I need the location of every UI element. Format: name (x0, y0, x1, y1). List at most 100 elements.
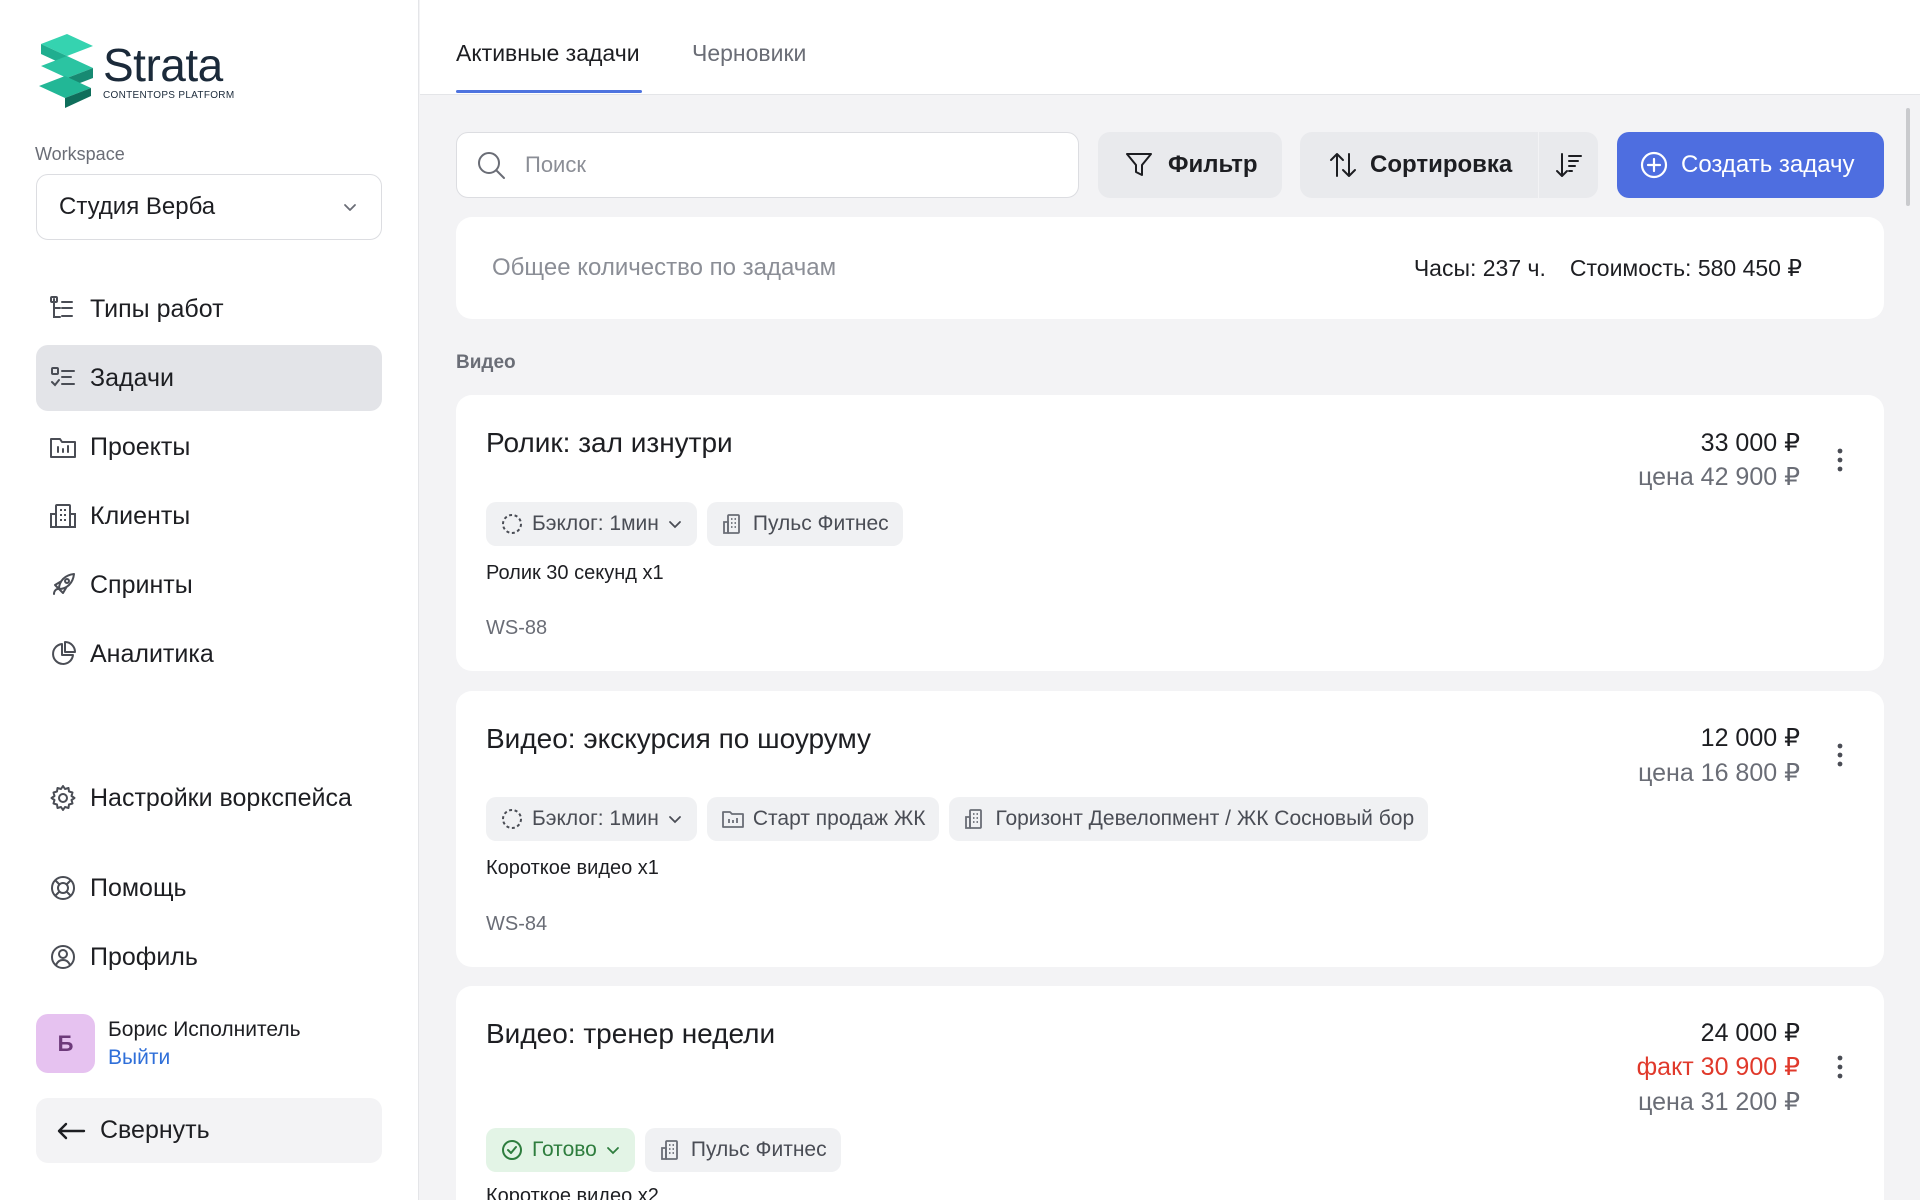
building-icon (50, 504, 76, 528)
client-label: Горизонт Девелопмент / ЖК Сосновый бор (995, 807, 1415, 830)
sidebar-item-label: Типы работ (90, 294, 224, 323)
task-title[interactable]: Видео: тренер недели (486, 1018, 775, 1050)
task-price: цена 31 200 ₽ (1638, 1088, 1800, 1116)
main-nav: Типы работ Задачи Проекты Клиенты Спринт… (36, 276, 382, 687)
search-icon (478, 152, 505, 179)
workspace-selected: Студия Верба (59, 193, 216, 220)
rocket-icon (53, 573, 75, 595)
plus-circle-icon (1640, 151, 1668, 179)
brand-logo[interactable]: Strata CONTENTOPS PLATFORM (35, 34, 234, 108)
task-title[interactable]: Видео: экскурсия по шоуруму (486, 723, 871, 755)
hierarchy-icon (50, 296, 73, 318)
sidebar: Strata CONTENTOPS PLATFORM Workspace Сту… (0, 0, 419, 1200)
client-chip[interactable]: Горизонт Девелопмент / ЖК Сосновый бор (949, 797, 1429, 841)
task-list-icon (51, 367, 75, 387)
arrow-left-icon (57, 1122, 86, 1139)
chevron-down-icon (606, 1147, 619, 1155)
pie-chart-icon (52, 641, 76, 665)
create-task-button[interactable]: Создать задачу (1617, 132, 1884, 198)
folder-icon (721, 811, 744, 828)
filter-button[interactable]: Фильтр (1098, 132, 1282, 198)
tab-indicator (456, 90, 642, 93)
brand-tagline: CONTENTOPS PLATFORM (103, 89, 235, 101)
strata-logo-icon (39, 34, 93, 108)
user-block: Б Борис Исполнитель Выйти (36, 1014, 301, 1073)
status-chip[interactable]: Готово (486, 1128, 635, 1172)
task-card[interactable]: Видео: тренер недели 24 000 ₽ факт 30 90… (456, 986, 1884, 1200)
tasks-summary: Общее количество по задачам Часы: 237 ч.… (456, 217, 1884, 319)
status-chip[interactable]: Бэклог: 1мин (486, 502, 697, 546)
task-description: Ролик 30 секунд x1 (486, 562, 664, 584)
status-label: Бэклог: 1мин (532, 512, 659, 535)
sidebar-item-help[interactable]: Помощь (36, 855, 382, 921)
sidebar-item-projects[interactable]: Проекты (36, 414, 382, 480)
project-label: Старт продаж ЖК (752, 807, 926, 830)
sidebar-item-tasks[interactable]: Задачи (36, 345, 382, 411)
sort-arrows-icon (1330, 153, 1356, 177)
workspace-label: Workspace (35, 144, 125, 164)
sidebar-item-work-types[interactable]: Типы работ (36, 276, 382, 342)
sidebar-item-label: Аналитика (90, 639, 214, 668)
more-options-icon[interactable] (1836, 742, 1844, 768)
project-chip[interactable]: Старт продаж ЖК (706, 797, 940, 841)
status-backlog-icon (502, 809, 522, 829)
sort-direction-button[interactable] (1538, 132, 1598, 198)
gear-icon (50, 785, 76, 811)
summary-hours: Часы: 237 ч. (1413, 254, 1546, 281)
bottom-nav: Помощь Профиль (36, 855, 382, 990)
task-fact-amount: факт 30 900 ₽ (1636, 1053, 1800, 1081)
task-chips: Готово Пульс Фитнес (486, 1128, 851, 1172)
task-amount: 12 000 ₽ (1700, 724, 1800, 752)
sidebar-item-label: Спринты (90, 570, 193, 599)
sidebar-item-analytics[interactable]: Аналитика (36, 621, 382, 687)
sidebar-item-label: Настройки воркспейса (90, 783, 352, 812)
workspace-select[interactable]: Студия Верба (36, 174, 382, 240)
sidebar-item-clients[interactable]: Клиенты (36, 483, 382, 549)
chevron-down-icon (668, 816, 681, 824)
task-card[interactable]: Видео: экскурсия по шоуруму 12 000 ₽ цен… (456, 691, 1884, 967)
brand-name: Strata (103, 38, 223, 91)
task-id[interactable]: WS-84 (486, 913, 547, 936)
sidebar-item-label: Проекты (90, 432, 191, 461)
sidebar-item-profile[interactable]: Профиль (36, 924, 382, 990)
create-task-label: Создать задачу (1681, 151, 1855, 178)
summary-cost: Стоимость: 580 450 ₽ (1569, 254, 1802, 281)
task-price: цена 42 900 ₽ (1638, 463, 1800, 491)
search-input[interactable] (525, 152, 1065, 178)
more-options-icon[interactable] (1836, 1054, 1844, 1080)
status-backlog-icon (502, 514, 522, 534)
sidebar-item-sprints[interactable]: Спринты (36, 552, 382, 618)
task-chips: Бэклог: 1мин Пульс Фитнес (486, 502, 913, 546)
sort-button[interactable]: Сортировка (1300, 132, 1538, 198)
status-chip[interactable]: Бэклог: 1мин (486, 797, 697, 841)
avatar[interactable]: Б (36, 1014, 95, 1073)
collapse-button[interactable]: Свернуть (36, 1098, 382, 1163)
client-label: Пульс Фитнес (752, 512, 889, 535)
client-chip[interactable]: Пульс Фитнес (706, 502, 903, 546)
collapse-label: Свернуть (100, 1116, 210, 1144)
summary-label: Общее количество по задачам (492, 254, 837, 281)
client-label: Пульс Фитнес (690, 1138, 827, 1161)
tab-active-tasks[interactable]: Активные задачи (456, 40, 640, 67)
task-title[interactable]: Ролик: зал изнутри (486, 427, 733, 459)
folder-icon (50, 438, 76, 458)
building-icon (722, 514, 740, 534)
scrollbar[interactable] (1906, 108, 1910, 206)
building-icon (660, 1140, 678, 1160)
client-chip[interactable]: Пульс Фитнес (644, 1128, 841, 1172)
sidebar-item-settings[interactable]: Настройки воркспейса (36, 765, 382, 831)
chevron-down-icon (668, 521, 681, 529)
task-card[interactable]: Ролик: зал изнутри 33 000 ₽ цена 42 900 … (456, 395, 1884, 671)
task-description: Короткое видео x2 (486, 1185, 659, 1200)
task-id[interactable]: WS-88 (486, 617, 547, 640)
task-price: цена 16 800 ₽ (1638, 759, 1800, 787)
sort-descending-icon (1555, 153, 1582, 177)
user-name: Борис Исполнитель (108, 1017, 301, 1041)
more-options-icon[interactable] (1836, 447, 1844, 473)
search-box (456, 132, 1079, 198)
lifebuoy-icon (51, 876, 75, 900)
tab-drafts[interactable]: Черновики (692, 40, 806, 67)
logout-link[interactable]: Выйти (108, 1046, 301, 1070)
sidebar-item-label: Помощь (90, 873, 187, 902)
sort-label: Сортировка (1370, 151, 1513, 178)
